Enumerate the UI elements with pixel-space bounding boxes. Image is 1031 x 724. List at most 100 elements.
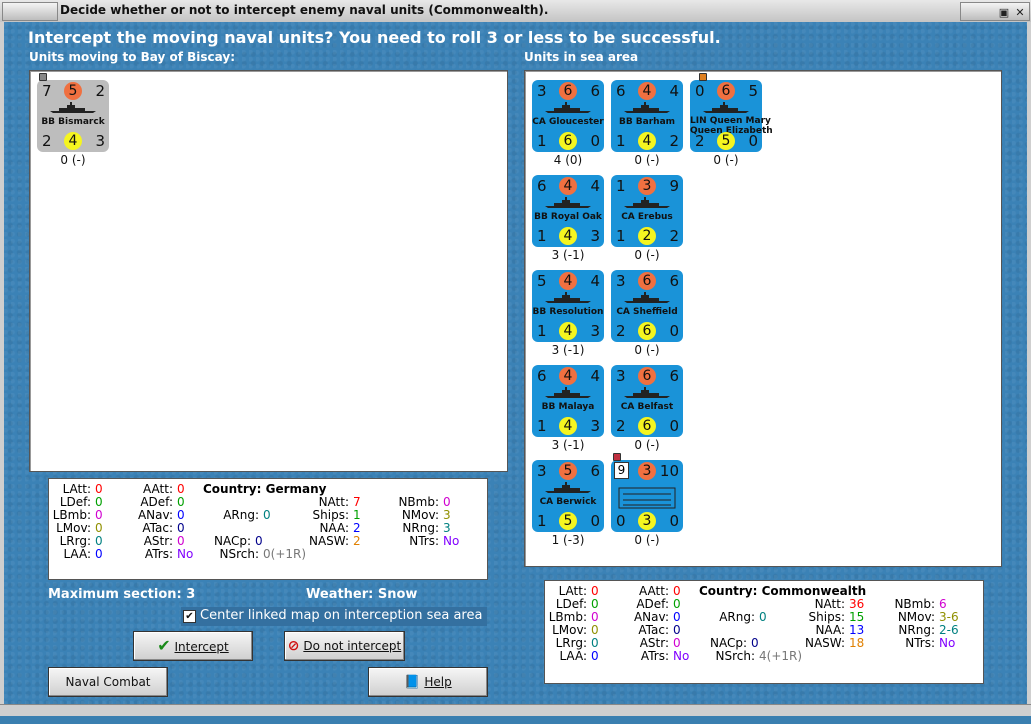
- do-not-intercept-label: Do not intercept: [303, 639, 402, 653]
- stat-value-adef: 0: [177, 495, 185, 509]
- unit-top-left: 3: [616, 367, 626, 385]
- stat-label-adef: ADef:: [636, 597, 669, 611]
- naval-combat-chart-button[interactable]: Naval Combat Chart: [48, 667, 168, 717]
- stat-value-adef: 0: [673, 597, 681, 611]
- sea-area-units-label: Units in sea area: [524, 50, 639, 64]
- stat-value-lbmb: 0: [591, 610, 599, 624]
- unit-counter[interactable]: 1 3 9 CA Erebus 1 2 2: [611, 175, 683, 247]
- stat-label-nrng: NRng:: [898, 623, 935, 637]
- restore-icon[interactable]: ▣: [997, 6, 1011, 20]
- unit-counter[interactable]: 3 5 6 CA Berwick 1 5 0: [532, 460, 604, 532]
- unit-counter[interactable]: 6 4 4 BB Barham 1 4 2: [611, 80, 683, 152]
- unit-counter[interactable]: 3 6 6 CA Gloucester 1 6 0: [532, 80, 604, 152]
- unit-top-center: 4: [559, 177, 577, 195]
- ship-silhouette-icon: [624, 292, 670, 303]
- center-map-row[interactable]: ✔ Center linked map on interception sea …: [181, 607, 487, 626]
- unit-top-center: 4: [559, 272, 577, 290]
- unit-value: 0 (-): [634, 438, 660, 452]
- unit-value: 0 (-): [60, 153, 86, 167]
- stat-label-lmov: LMov:: [552, 623, 587, 637]
- stat-value-natt: 7: [353, 495, 361, 509]
- country-label: Country: Germany: [203, 482, 327, 496]
- germany-stats-panel: LAtt: 0 LDef: 0 LBmb: 0 LMov: 0 LRrg: 0 LAA: 0 AAtt:…: [48, 478, 488, 580]
- unit-top-left: 7: [42, 82, 52, 100]
- center-map-checkbox[interactable]: ✔: [183, 610, 196, 623]
- stat-value-nrng: 3: [443, 521, 451, 535]
- stat-label-ships: Ships:: [312, 508, 349, 522]
- help-button[interactable]: 📘 Help: [368, 667, 488, 697]
- do-not-intercept-button[interactable]: ⊘ Do not intercept: [284, 631, 405, 661]
- stat-label-latt: LAtt:: [558, 584, 587, 598]
- stat-label-laa: LAA:: [559, 649, 587, 663]
- commonwealth-stats-panel: LAtt: 0 LDef: 0 LBmb: 0 LMov: 0 LRrg: 0 LAA: 0 AAtt:…: [544, 580, 984, 684]
- unit-value: 0 (-): [634, 343, 660, 357]
- unit-counter[interactable]: 0 6 5 LIN Queen Mary Queen Elizabeth 2 5 0: [690, 80, 773, 152]
- unit-name: BB Malaya: [541, 402, 595, 412]
- unit-top-center: 5: [64, 82, 82, 100]
- unit-bottom-center: 4: [64, 132, 82, 150]
- unit-top-right: 10: [659, 462, 679, 480]
- stat-value-lmov: 0: [95, 521, 103, 535]
- unit-top-left: 6: [537, 177, 547, 195]
- stat-label-nacp: NACp:: [709, 636, 747, 650]
- unit-counter[interactable]: 5 4 4 BB Resolution 1 4 3: [532, 270, 604, 342]
- flag-icon: [39, 73, 47, 81]
- stat-value-astr: 0: [177, 534, 185, 548]
- ship-silhouette-icon: [545, 197, 591, 208]
- stat-value-astr: 0: [673, 636, 681, 650]
- unit-value: 4 (0): [553, 153, 583, 167]
- unit-bottom-left: 1: [616, 132, 626, 150]
- stat-value-nasw: 18: [849, 636, 865, 650]
- ship-stack-icon: [618, 487, 676, 509]
- unit-name: BB Resolution: [532, 307, 604, 317]
- unit-top-right: 9: [669, 177, 679, 195]
- ship-silhouette-icon: [545, 387, 591, 398]
- unit-bottom-center: 5: [717, 132, 735, 150]
- unit-top-right: 6: [590, 462, 600, 480]
- stat-value-anav: 0: [673, 610, 681, 624]
- stat-label-nrng: NRng:: [402, 521, 439, 535]
- stat-value-nasw: 2: [353, 534, 361, 548]
- unit-counter[interactable]: 3 6 6 CA Sheffield 2 6 0: [611, 270, 683, 342]
- unit-top-center: 4: [638, 82, 656, 100]
- stat-value-ldef: 0: [591, 597, 599, 611]
- unit-value: 0 (-): [634, 248, 660, 262]
- ship-silhouette-icon: [624, 197, 670, 208]
- status-strip: [0, 704, 1031, 716]
- unit-counter[interactable]: 7 5 2 BB Bismarck 2 4 3: [37, 80, 109, 152]
- unit-counter[interactable]: 9 3 10 0 3 0: [611, 460, 683, 532]
- unit-counter[interactable]: 3 6 6 CA Belfast 2 6 0: [611, 365, 683, 437]
- ship-silhouette-icon: [703, 102, 749, 113]
- unit-name: BB Royal Oak: [534, 212, 602, 222]
- stat-value-lmov: 0: [591, 623, 599, 637]
- unit-bottom-left: 2: [42, 132, 52, 150]
- unit-bottom-right: 0: [669, 322, 679, 340]
- stat-value-naa: 2: [353, 521, 361, 535]
- unit-top-left: 1: [616, 177, 626, 195]
- unit-bottom-center: 6: [638, 322, 656, 340]
- stat-label-ldef: LDef:: [555, 597, 587, 611]
- unit-value: 1 (-3): [551, 533, 585, 547]
- unit-value: 3 (-1): [551, 438, 585, 452]
- unit-bottom-left: 1: [537, 227, 547, 245]
- unit-bottom-right: 0: [669, 417, 679, 435]
- close-icon[interactable]: ✕: [1013, 6, 1027, 20]
- intercept-button[interactable]: ✔ Intercept: [133, 631, 253, 661]
- no-entry-icon: ⊘: [287, 638, 300, 654]
- stat-value-latt: 0: [95, 482, 103, 496]
- stat-label-lmov: LMov:: [56, 521, 91, 535]
- unit-top-right: 4: [590, 367, 600, 385]
- unit-bottom-left: 1: [616, 227, 626, 245]
- unit-counter[interactable]: 6 4 4 BB Royal Oak 1 4 3: [532, 175, 604, 247]
- unit-top-left: 6: [616, 82, 626, 100]
- system-menu-button[interactable]: [2, 2, 58, 21]
- stat-label-nmov: NMov:: [897, 610, 935, 624]
- stat-value-ships: 1: [353, 508, 361, 522]
- stat-label-atac: ATac:: [638, 623, 669, 637]
- stat-label-lrrg: LRrg:: [555, 636, 587, 650]
- unit-name: CA Belfast: [620, 402, 674, 412]
- intercept-prompt: Intercept the moving naval units? You ne…: [28, 28, 721, 47]
- stat-label-atrs: ATrs:: [640, 649, 669, 663]
- unit-top-center: 6: [638, 272, 656, 290]
- unit-counter[interactable]: 6 4 4 BB Malaya 1 4 3: [532, 365, 604, 437]
